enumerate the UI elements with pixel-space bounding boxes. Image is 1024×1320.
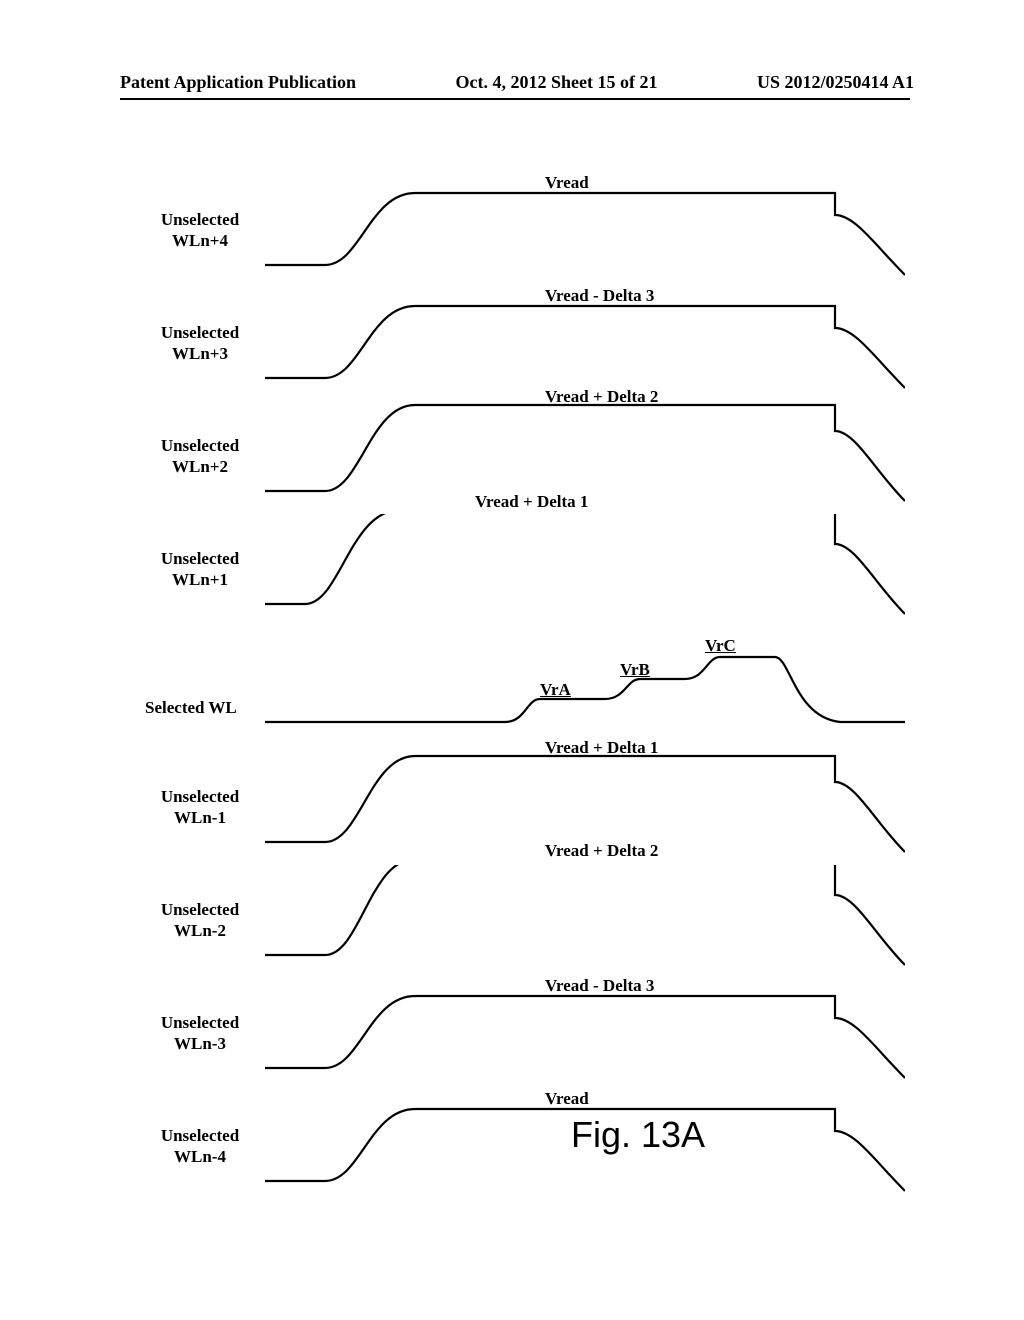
waveform-wln-minus4: UnselectedWLn-4 Vread	[145, 1091, 905, 1204]
waveform-curve	[265, 175, 905, 288]
waveform-curve	[265, 288, 905, 401]
waveform-wln-plus3: UnselectedWLn+3 Vread - Delta 3	[145, 288, 905, 401]
row-label: UnselectedWLn+4	[145, 209, 255, 252]
voltage-label: Vread + Delta 2	[545, 841, 658, 861]
row-label: UnselectedWLn-3	[145, 1012, 255, 1055]
row-label: UnselectedWLn-4	[145, 1125, 255, 1168]
waveform-selected-wl: Selected WL VrA VrB VrC	[145, 627, 905, 752]
waveform-wln-plus4: UnselectedWLn+4 Vread	[145, 175, 905, 288]
waveform-curve	[265, 865, 905, 978]
header-center: Oct. 4, 2012 Sheet 15 of 21	[456, 72, 658, 93]
figure-caption: Fig. 13A	[571, 1114, 771, 1156]
waveform-wln-plus1: UnselectedWLn+1 Vread + Delta 1	[145, 514, 905, 627]
waveform-wln-minus1: UnselectedWLn-1 Vread + Delta 1	[145, 752, 905, 865]
row-label: UnselectedWLn-1	[145, 786, 255, 829]
waveform-wln-minus2: UnselectedWLn-2 Vread + Delta 2	[145, 865, 905, 978]
voltage-label: Vread + Delta 1	[475, 492, 588, 512]
page-header: Patent Application Publication Oct. 4, 2…	[0, 72, 1024, 93]
waveform-curve	[265, 978, 905, 1091]
row-label: UnselectedWLn-2	[145, 899, 255, 942]
row-label: UnselectedWLn+2	[145, 435, 255, 478]
row-label: UnselectedWLn+3	[145, 322, 255, 365]
waveform-curve-stepped	[265, 627, 905, 752]
figure-container: UnselectedWLn+4 Vread UnselectedWLn+3 Vr…	[145, 175, 905, 1204]
row-label: Selected WL	[145, 697, 275, 718]
row-label: UnselectedWLn+1	[145, 548, 255, 591]
header-right: US 2012/0250414 A1	[757, 72, 914, 93]
header-rule	[120, 98, 910, 100]
waveform-wln-minus3: UnselectedWLn-3 Vread - Delta 3	[145, 978, 905, 1091]
waveform-curve	[265, 514, 905, 627]
header-left: Patent Application Publication	[120, 72, 356, 93]
